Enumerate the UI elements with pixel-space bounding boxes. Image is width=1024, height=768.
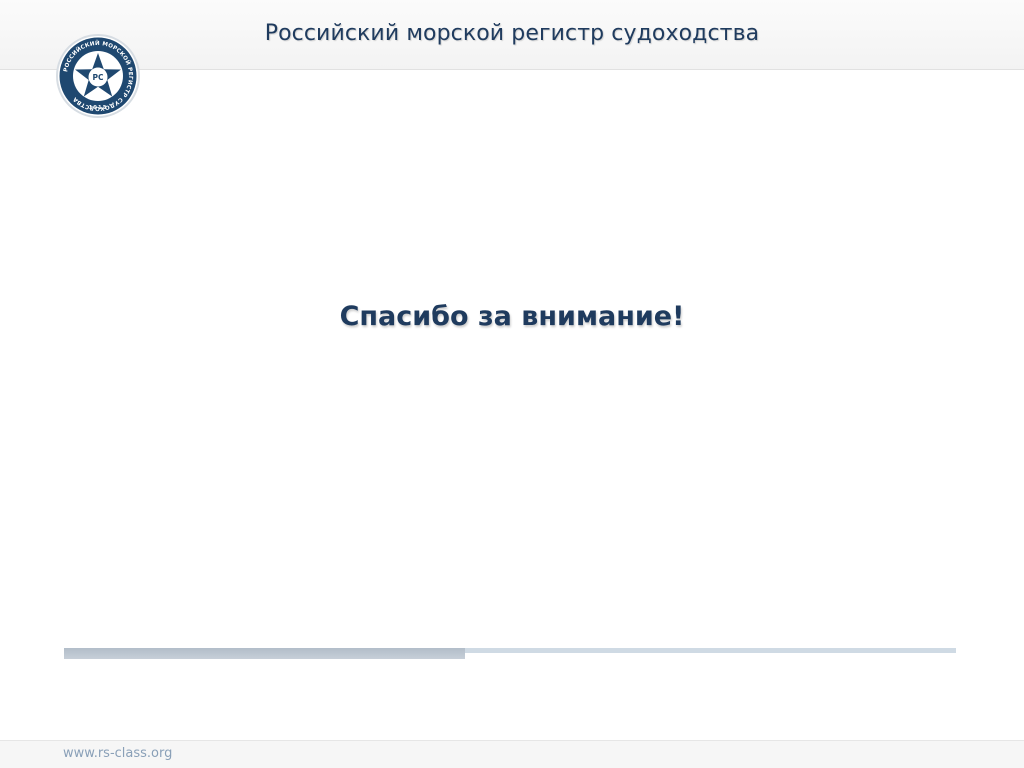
thank-you-message: Спасибо за внимание! [339, 301, 685, 332]
divider-dark [64, 648, 465, 659]
emblem-year: 1913 [89, 105, 107, 111]
rs-emblem-icon: РОССИЙСКИЙ МОРСКОЙ РЕГИСТР СУДОХОДСТВА Р… [56, 34, 140, 118]
footer-url: www.rs-class.org [63, 746, 173, 761]
emblem-monogram: РС [92, 73, 103, 82]
page-title: Российский морской регистр судоходства [264, 21, 760, 46]
slide: Российский морской регистр судоходства Р… [0, 0, 1024, 768]
